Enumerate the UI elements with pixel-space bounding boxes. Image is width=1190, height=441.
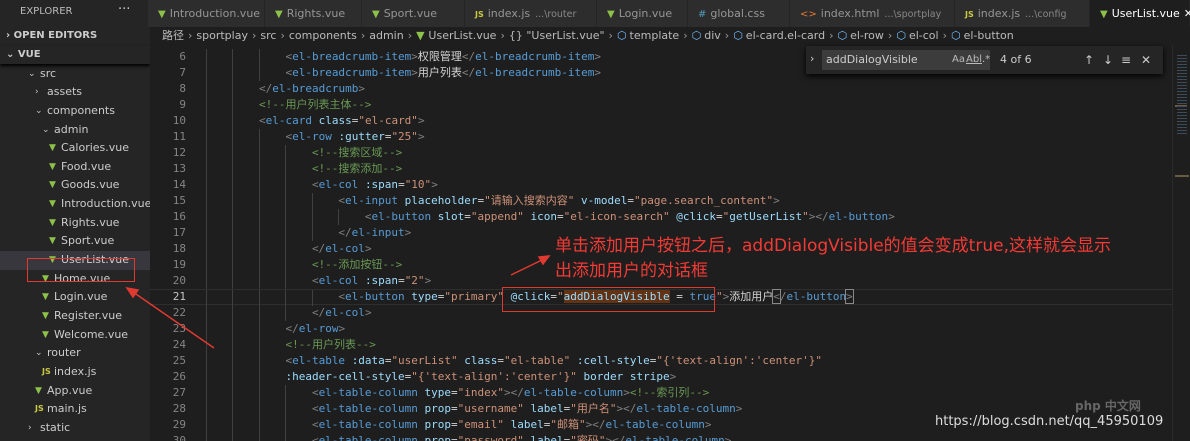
arrow-to-annotation [510,255,551,276]
watermark-url: https://blog.csdn.net/qq_45950109 [935,414,1164,429]
annotation-arrows [125,255,551,349]
arrow-to-file [125,286,215,349]
php-watermark-logo: php 中文网 [1075,399,1141,413]
